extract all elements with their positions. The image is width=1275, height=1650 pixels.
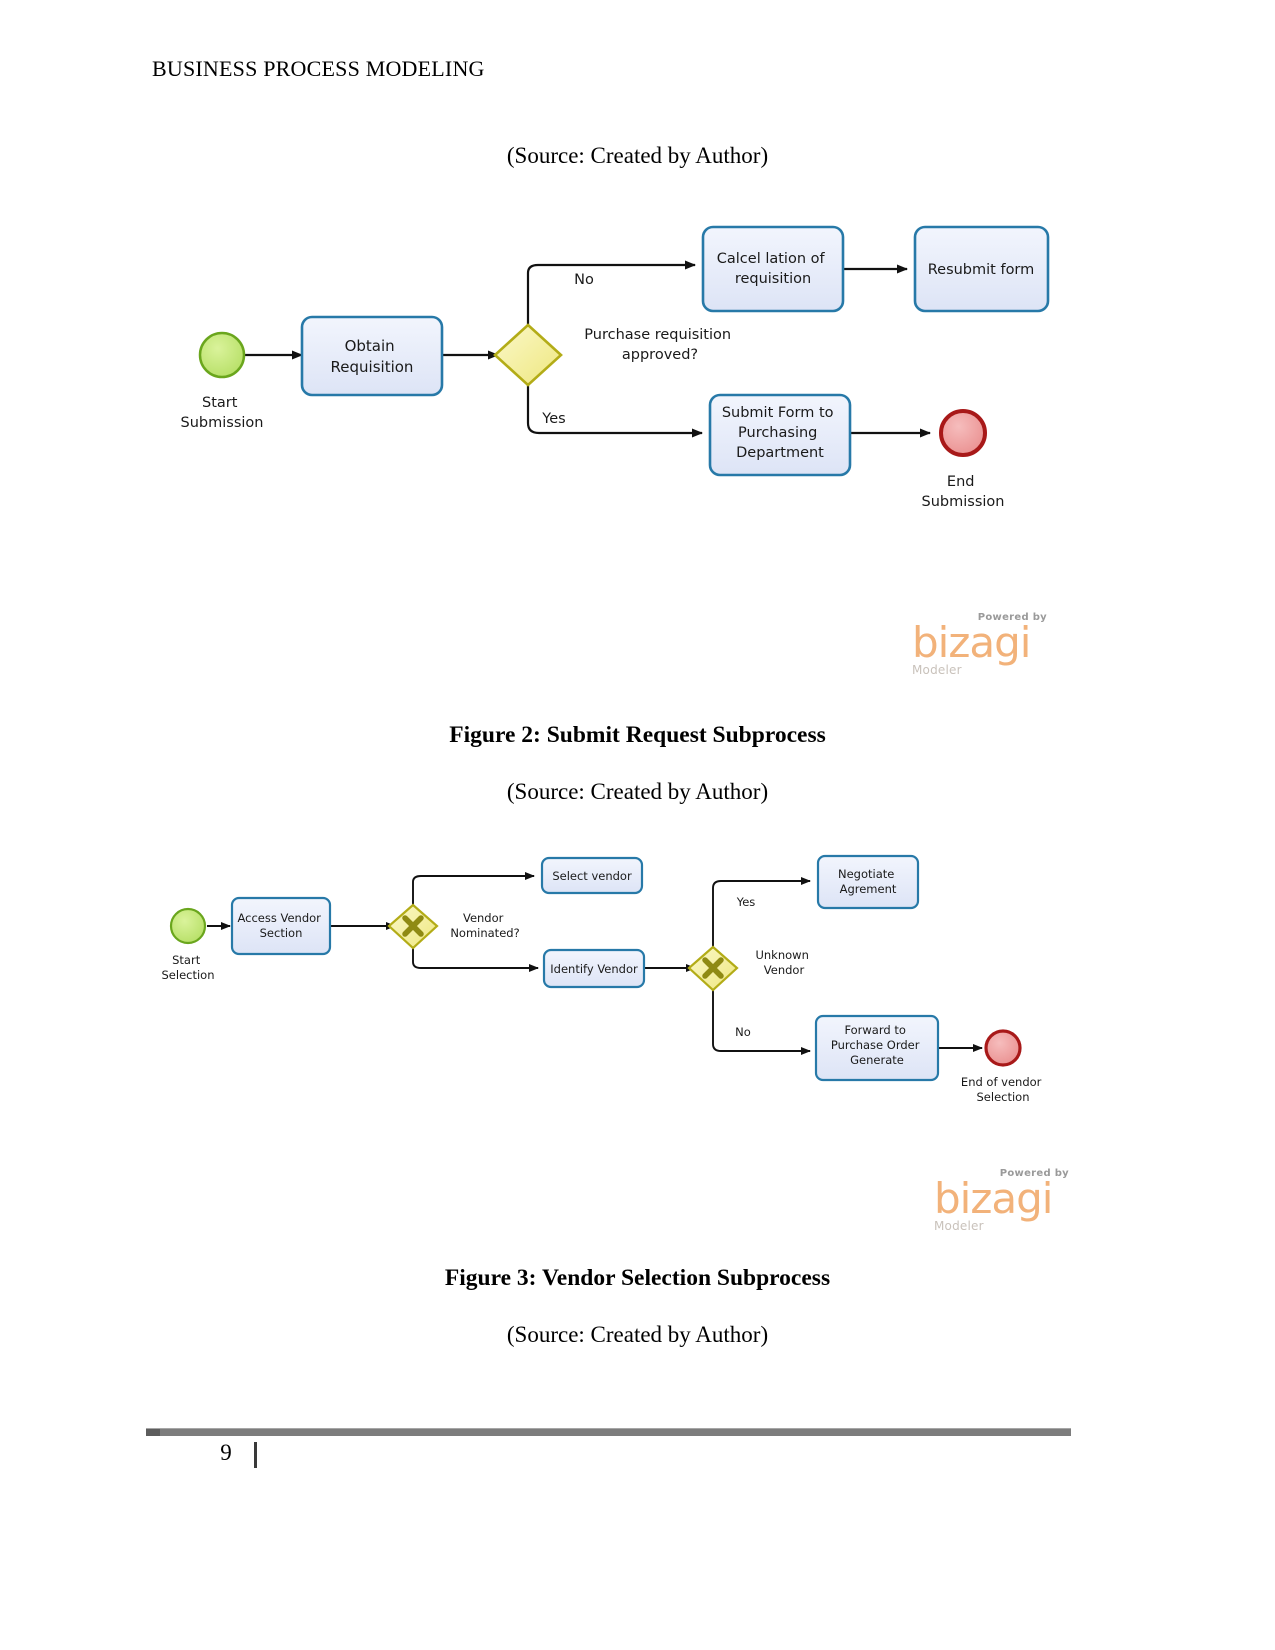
label-gateway-vendor-nominated: Vendor Nominated? bbox=[450, 911, 519, 940]
node-task-cancellation bbox=[701, 225, 845, 313]
label-gateway-unknown-vendor: Unknown Vendor bbox=[755, 948, 812, 977]
figure3-diagram: Start Selection Access Vendor Section Ve… bbox=[150, 848, 1080, 1123]
flow-gw1-to-identify bbox=[412, 943, 539, 972]
label-gateway-approved: Purchase requisition approved? bbox=[584, 327, 735, 363]
node-gateway-unknown-vendor bbox=[687, 945, 739, 992]
source-note-top: (Source: Created by Author) bbox=[506, 143, 769, 168]
figure2-diagram: Start Submission Obtain Requisition Purc… bbox=[150, 205, 1080, 535]
label-flow-yes-2: Yes bbox=[736, 895, 756, 909]
label-task-resubmit-form: Resubmit form bbox=[928, 262, 1035, 278]
node-end-vendor-selection bbox=[984, 1029, 1022, 1067]
page-number-caret bbox=[254, 1442, 257, 1468]
running-head: BUSINESS PROCESS MODELING bbox=[152, 56, 485, 81]
node-start-event bbox=[198, 331, 246, 379]
label-start-selection: Start Selection bbox=[162, 953, 215, 982]
flow-gw1-to-select bbox=[412, 872, 535, 910]
figure3-caption: Figure 3: Vendor Selection Subprocess bbox=[444, 1265, 831, 1291]
flow-gateway-no bbox=[526, 260, 696, 330]
label-task-select-vendor: Select vendor bbox=[552, 869, 632, 883]
node-start-selection bbox=[169, 907, 207, 945]
footer-divider bbox=[146, 1428, 1071, 1436]
page-number: 9 bbox=[220, 1440, 232, 1465]
node-gateway-vendor-nominated bbox=[387, 903, 439, 950]
bizagi-wordmark-2: bizagi bbox=[934, 1174, 1053, 1223]
source-note-bottom: (Source: Created by Author) bbox=[506, 1322, 769, 1347]
label-task-submit-form: Submit Form to Purchasing Department bbox=[722, 405, 838, 461]
flow-gw2-no bbox=[712, 985, 811, 1055]
node-task-obtain-requisition bbox=[300, 315, 444, 397]
label-flow-no-2: No bbox=[735, 1025, 751, 1039]
label-start-event: Start Submission bbox=[181, 395, 264, 431]
flow-gw2-yes bbox=[712, 877, 811, 952]
figure2-svg: Start Submission Obtain Requisition Purc… bbox=[181, 225, 1050, 510]
label-flow-no: No bbox=[574, 272, 594, 288]
node-gateway-approved bbox=[493, 323, 563, 387]
label-end-vendor-selection: End of vendor Selection bbox=[961, 1075, 1045, 1104]
node-end-event bbox=[939, 409, 987, 457]
figure2-caption: Figure 2: Submit Request Subprocess bbox=[449, 722, 826, 748]
bizagi-wordmark: bizagi bbox=[912, 618, 1031, 667]
label-task-identify-vendor: Identify Vendor bbox=[550, 962, 638, 976]
footer-divider-cap bbox=[146, 1429, 160, 1436]
label-end-event: End Submission bbox=[922, 474, 1005, 510]
label-flow-yes: Yes bbox=[541, 411, 565, 427]
document-page: BUSINESS PROCESS MODELING (Source: Creat… bbox=[0, 0, 1275, 1650]
label-task-negotiate-agreement: Negotiate Agrement bbox=[838, 867, 898, 896]
source-note-middle: (Source: Created by Author) bbox=[506, 779, 769, 804]
figure3-svg: Start Selection Access Vendor Section Ve… bbox=[162, 854, 1045, 1104]
bizagi-watermark-2: Powered by bizagi Modeler bbox=[934, 1168, 1069, 1233]
bizagi-watermark-1: Powered by bizagi Modeler bbox=[912, 612, 1047, 677]
